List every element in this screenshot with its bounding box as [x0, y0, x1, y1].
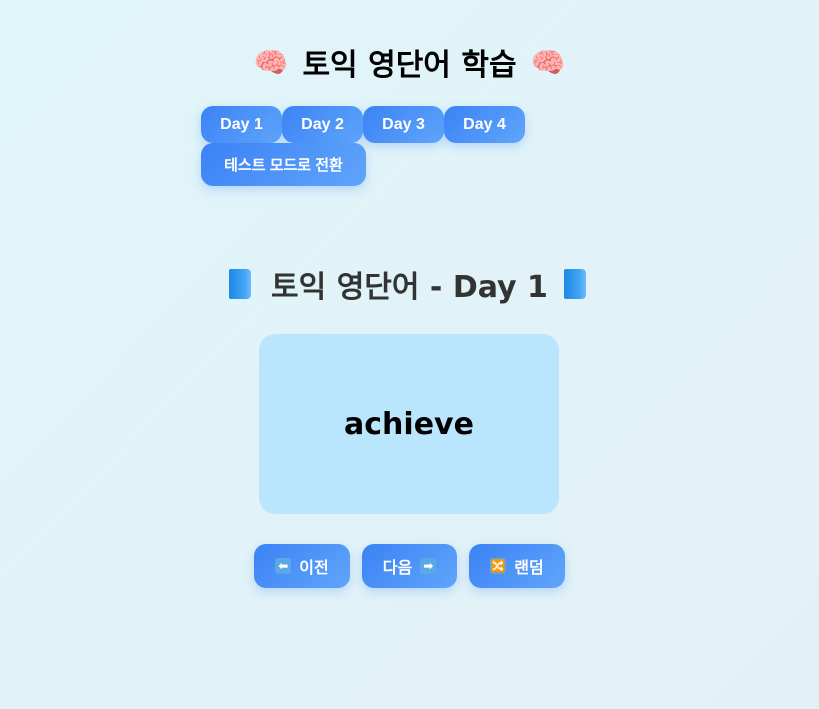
shuffle-icon: 🔀 — [490, 558, 507, 574]
tab-day-3[interactable]: Day 3 — [363, 106, 444, 143]
flash-card[interactable]: achieve — [259, 334, 559, 514]
section-title: 토익 영단어 - Day 1 — [0, 262, 819, 306]
tab-day-1[interactable]: Day 1 — [201, 106, 282, 143]
prev-button-label: 이전 — [299, 560, 329, 577]
brain-icon: 🧠 — [253, 45, 289, 79]
brain-icon: 🧠 — [530, 45, 566, 79]
test-mode-toggle-button[interactable]: 테스트 모드로 전환 — [201, 143, 366, 186]
section-title-text: 토익 영단어 - Day 1 — [271, 270, 548, 305]
book-icon — [229, 269, 256, 299]
book-icon — [563, 269, 590, 299]
right-arrow-icon: ➡ — [420, 558, 437, 574]
card-word: achieve — [344, 406, 474, 442]
random-button[interactable]: 🔀 랜덤 — [469, 544, 565, 588]
page-title-text: 토익 영단어 학습 — [302, 48, 517, 83]
left-arrow-icon: ⬅ — [275, 558, 292, 574]
tab-day-2[interactable]: Day 2 — [282, 106, 363, 143]
card-controls: ⬅ 이전 다음 ➡ 🔀 랜덤 — [0, 544, 819, 588]
next-button-label: 다음 — [382, 560, 413, 577]
tab-day-4[interactable]: Day 4 — [444, 106, 525, 143]
random-button-label: 랜덤 — [514, 560, 544, 577]
prev-button[interactable]: ⬅ 이전 — [254, 544, 350, 588]
page-title: 🧠 토익 영단어 학습 🧠 — [0, 40, 819, 84]
next-button[interactable]: 다음 ➡ — [362, 544, 457, 588]
